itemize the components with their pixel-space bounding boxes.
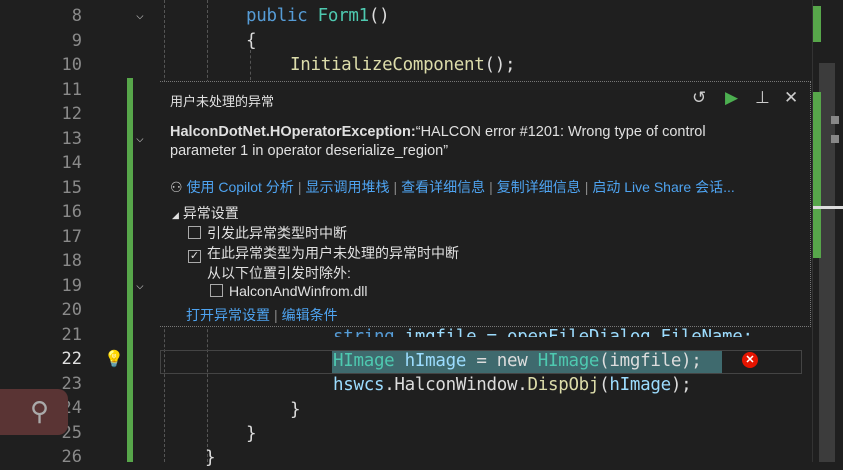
line-number: 18	[61, 251, 82, 271]
line-number: 15	[61, 177, 82, 198]
line-number: 17	[61, 226, 82, 247]
view-details-link[interactable]: 查看详细信息	[401, 179, 485, 195]
change-indicator-bar	[127, 78, 133, 462]
lightbulb-icon[interactable]: 💡	[104, 349, 124, 368]
line-number: 21	[61, 324, 82, 345]
code-text: = new	[466, 351, 538, 371]
caret-position-marker	[813, 206, 843, 209]
line-number: 20	[61, 300, 82, 320]
fold-chevron-icon[interactable]: ⌵	[136, 131, 144, 146]
exception-message: HalconDotNet.HOperatorException:“HALCON …	[170, 124, 706, 140]
line-number: 26	[61, 447, 82, 467]
settings-header-label: 异常设置	[182, 205, 239, 221]
code-text: ();	[484, 55, 516, 75]
code-text: ()	[368, 6, 390, 26]
code-text: imgfile = openFileDialog.FileName;	[394, 327, 753, 337]
exception-popup: 用户未处理的异常 ↺ ▶ ⊥ ✕ HalconDotNet.HOperatorE…	[160, 81, 811, 327]
line-number: 12	[61, 104, 82, 124]
line-number: 11	[61, 79, 82, 100]
collapse-triangle-icon: ◢	[172, 210, 179, 220]
copilot-analyze-link[interactable]: 使用 Copilot 分析	[186, 179, 293, 195]
bottom-links: 打开异常设置 | 编辑条件	[186, 307, 338, 323]
variable: hImage	[404, 351, 467, 371]
line-number: 13	[61, 128, 82, 149]
code-line-23[interactable]: hswcs.HalconWindow.DispObj(hImage);	[333, 373, 692, 397]
code-line-25[interactable]: }	[246, 422, 257, 446]
line-number: 22	[61, 349, 82, 369]
line-number: 10	[61, 55, 82, 75]
keyword: string	[333, 327, 395, 337]
change-marker	[813, 6, 821, 42]
code-line-9[interactable]: {	[246, 29, 257, 53]
checkbox-checked[interactable]: ✓	[188, 250, 201, 263]
settings-header[interactable]: ◢ 异常设置	[172, 203, 239, 223]
keyword: public	[246, 6, 308, 26]
method: DispObj	[527, 375, 600, 395]
identifier: Form1	[317, 6, 369, 26]
fold-chevron-icon[interactable]: ⌵	[136, 278, 144, 293]
edit-conditions-link[interactable]: 编辑条件	[282, 307, 338, 323]
exception-type: HalconDotNet.HOperatorException:	[170, 124, 416, 140]
except-label: 从以下位置引发时除外:	[207, 265, 351, 281]
close-icon[interactable]: ✕	[784, 88, 798, 108]
fold-chevron-icon[interactable]: ⌵	[136, 8, 144, 23]
live-share-link[interactable]: 启动 Live Share 会话...	[592, 179, 734, 195]
popup-title: 用户未处理的异常	[170, 94, 275, 109]
code-line-22[interactable]: HImage hImage = new HImage(imgfile);	[333, 349, 702, 373]
vertical-scrollbar[interactable]	[812, 0, 843, 462]
marker	[831, 135, 839, 143]
type: HImage	[333, 351, 395, 371]
type: HImage	[537, 351, 600, 371]
checkbox-label: 在此异常类型为用户未处理的异常时中断	[207, 245, 459, 261]
code-text: (imgfile);	[599, 351, 702, 371]
line-number: 8	[71, 6, 82, 26]
error-icon[interactable]: ✕	[742, 352, 758, 368]
code-line-24[interactable]: }	[290, 398, 301, 422]
message-line: parameter 1 in operator deserialize_regi…	[170, 143, 449, 159]
code-line-10[interactable]: InitializeComponent();	[290, 53, 516, 77]
code-text: (	[599, 375, 610, 395]
variable: hImage	[609, 375, 671, 395]
checkbox-label: HalconAndWinfrom.dll	[229, 283, 368, 299]
copy-details-link[interactable]: 复制详细信息	[497, 179, 581, 195]
marker	[831, 116, 839, 124]
code-text: .HalconWindow.	[384, 375, 528, 395]
message-line: “HALCON error #1201: Wrong type of contr…	[415, 124, 706, 140]
indent-guide	[250, 50, 251, 80]
variable: hswcs	[333, 375, 385, 395]
history-icon[interactable]: ↺	[692, 88, 706, 108]
line-number: 9	[71, 30, 82, 51]
checkbox[interactable]	[210, 284, 223, 297]
copilot-icon: ⚇	[170, 179, 183, 195]
line-number: 14	[61, 153, 82, 173]
line-number: 19	[61, 275, 82, 296]
action-links: ⚇ 使用 Copilot 分析 | 显示调用堆栈 | 查看详细信息 | 复制详细信息 | 启动 …	[170, 179, 735, 195]
change-marker	[813, 92, 821, 258]
break-when-thrown-checkbox[interactable]: 引发此异常类型时中断	[188, 223, 347, 243]
break-when-unhandled-checkbox[interactable]: ✓ 在此异常类型为用户未处理的异常时中断	[188, 243, 459, 263]
pin-icon[interactable]: ⊥	[755, 88, 770, 108]
open-exception-settings-link[interactable]: 打开异常设置	[186, 307, 270, 323]
code-line-26[interactable]: }	[205, 446, 216, 470]
checkbox-label: 引发此异常类型时中断	[207, 225, 347, 241]
continue-icon[interactable]: ▶	[725, 88, 738, 108]
module-checkbox[interactable]: HalconAndWinfrom.dll	[210, 283, 368, 299]
line-number: 16	[61, 202, 82, 222]
checkbox[interactable]	[188, 226, 201, 239]
code-line-8[interactable]: public Form1()	[246, 4, 390, 28]
show-call-stack-link[interactable]: 显示调用堆栈	[305, 179, 389, 195]
identifier: InitializeComponent	[290, 55, 485, 75]
code-text: );	[670, 375, 692, 395]
search-icon[interactable]: ⚲	[0, 389, 68, 435]
